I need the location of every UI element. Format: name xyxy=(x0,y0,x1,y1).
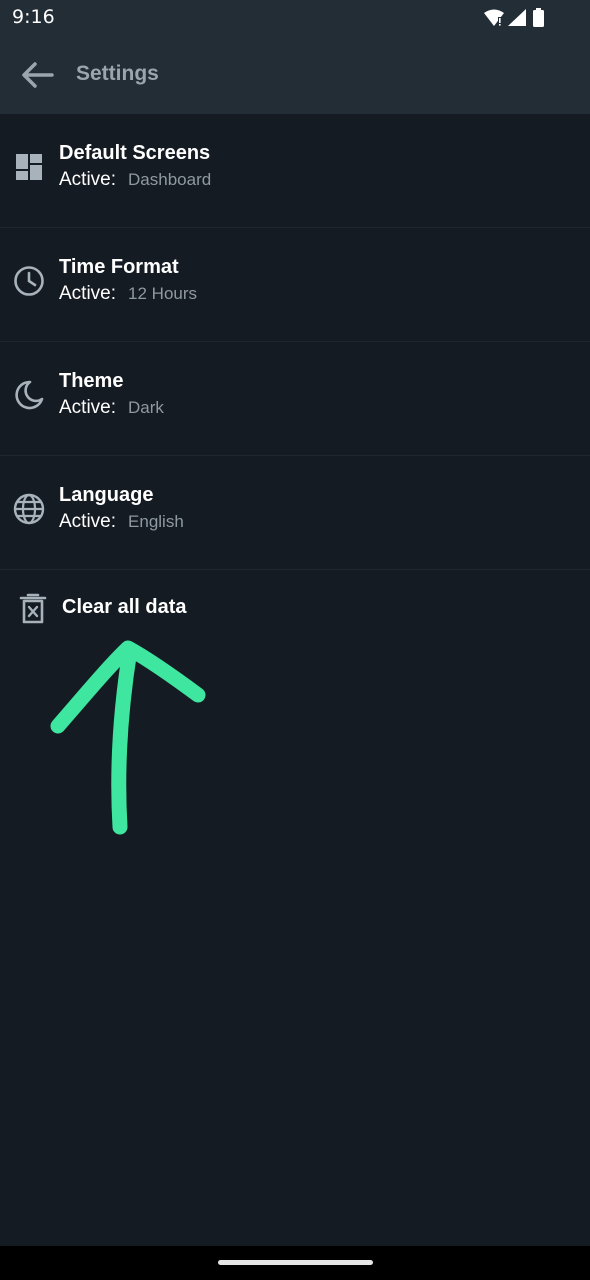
setting-default-screens[interactable]: Default Screens Active: Dashboard xyxy=(0,114,590,228)
setting-subtitle: Active: Dark xyxy=(59,397,164,419)
clock-icon xyxy=(14,266,44,296)
clear-all-data-label: Clear all data xyxy=(62,596,187,618)
globe-icon xyxy=(13,493,45,525)
setting-theme[interactable]: Theme Active: Dark xyxy=(0,342,590,456)
active-value: 12 Hours xyxy=(128,284,198,303)
setting-language[interactable]: Language Active: English xyxy=(0,456,590,570)
navigation-bar xyxy=(0,1246,590,1280)
setting-subtitle: Active: English xyxy=(59,511,184,533)
setting-title: Theme xyxy=(59,370,124,392)
back-button[interactable] xyxy=(14,56,62,94)
setting-subtitle: Active: Dashboard xyxy=(59,169,211,191)
setting-title: Default Screens xyxy=(59,142,211,164)
page-title: Settings xyxy=(76,62,159,85)
active-label: Active: xyxy=(59,511,117,532)
setting-title: Time Format xyxy=(59,256,179,278)
wifi-icon xyxy=(484,9,504,26)
setting-time-format[interactable]: Time Format Active: 12 Hours xyxy=(0,228,590,342)
moon-icon xyxy=(15,380,44,410)
settings-list: Default Screens Active: Dashboard Time Fo… xyxy=(0,114,590,570)
active-value: Dark xyxy=(128,398,164,417)
app-bar: Settings xyxy=(0,36,590,114)
active-label: Active: xyxy=(59,397,117,418)
clear-all-data-button[interactable]: Clear all data xyxy=(0,568,590,652)
active-value: Dashboard xyxy=(128,170,212,189)
battery-icon xyxy=(533,8,544,27)
status-time: 9:16 xyxy=(12,6,55,28)
trash-icon xyxy=(19,593,47,624)
setting-subtitle: Active: 12 Hours xyxy=(59,283,197,305)
home-indicator[interactable] xyxy=(218,1260,373,1265)
back-arrow-icon xyxy=(22,62,54,88)
active-label: Active: xyxy=(59,283,117,304)
active-label: Active: xyxy=(59,169,117,190)
setting-title: Language xyxy=(59,484,154,506)
status-icons xyxy=(484,8,544,27)
signal-icon xyxy=(508,9,526,26)
dashboard-icon xyxy=(16,154,42,180)
status-bar: 9:16 xyxy=(0,0,590,36)
active-value: English xyxy=(128,512,184,531)
